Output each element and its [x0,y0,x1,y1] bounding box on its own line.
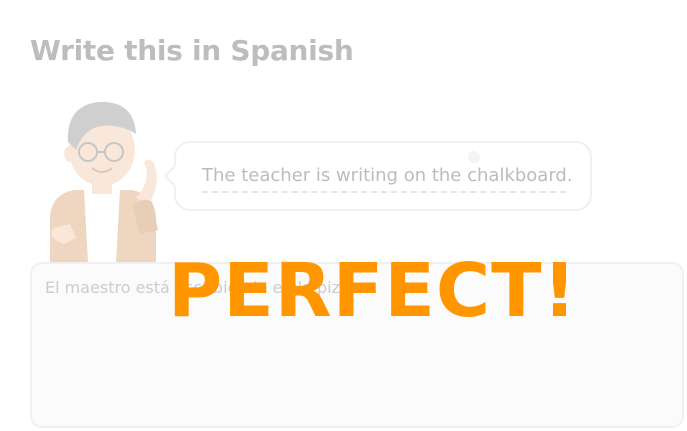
feedback-banner: PERFECT! [168,248,578,334]
teacher-character-icon [50,101,158,262]
bubble-tail [163,164,187,188]
prompt-bubble: The teacher is writing on the chalkboard… [163,141,592,211]
page-title: Write this in Spanish [30,34,354,67]
speaker-icon[interactable] [468,151,480,163]
prompt-hint-underline [202,191,566,193]
prompt-sentence[interactable]: The teacher is writing on the chalkboard… [202,163,573,189]
